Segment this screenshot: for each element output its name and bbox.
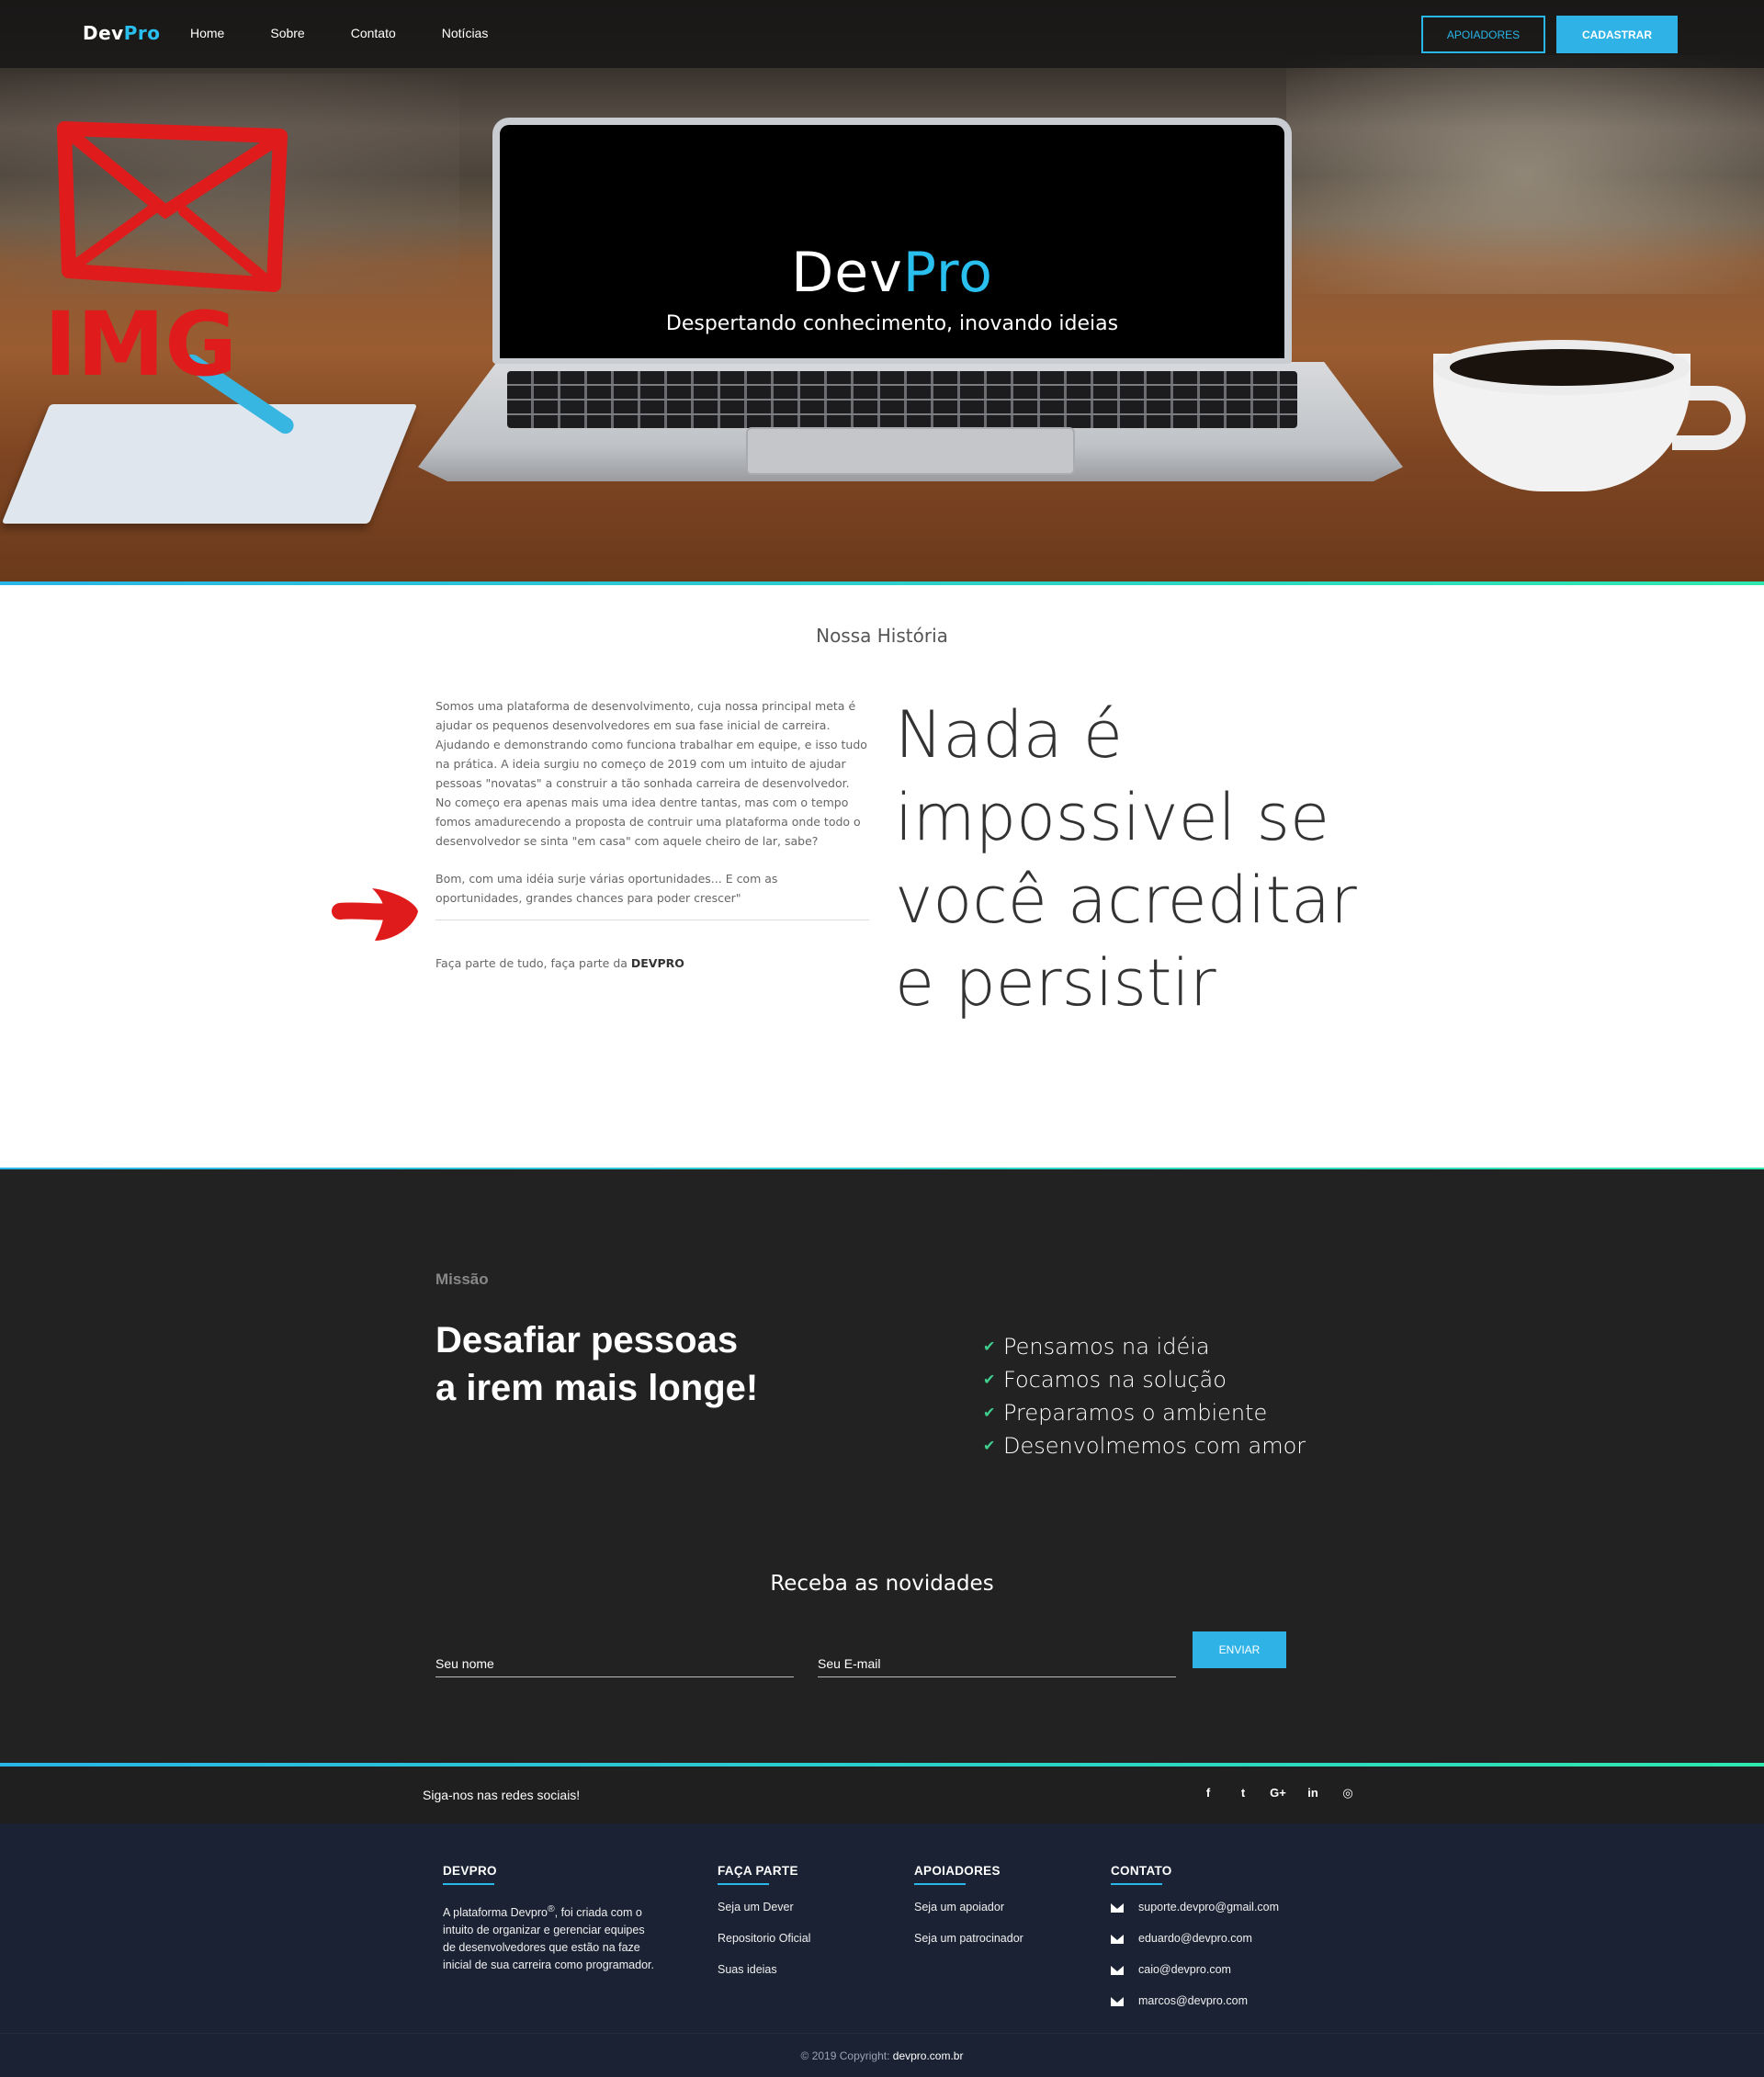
heading-underline bbox=[914, 1883, 966, 1885]
contact-email[interactable]: eduardo@devpro.com bbox=[1111, 1932, 1279, 1963]
history-cta: Faça parte de tudo, faça parte da DEVPRO bbox=[435, 956, 684, 970]
footer-link[interactable]: Repositorio Oficial bbox=[718, 1932, 810, 1963]
check-icon: ✔ bbox=[983, 1371, 996, 1388]
footer-col-contato: CONTATO suporte.devpro@gmail.com eduardo… bbox=[1111, 1864, 1279, 2026]
background-blur bbox=[1286, 55, 1764, 294]
heading-underline bbox=[718, 1883, 769, 1885]
nav-links: Home Sobre Contato Notícias bbox=[190, 26, 534, 40]
mail-icon bbox=[1111, 1966, 1124, 1975]
top-navbar: DevPro Home Sobre Contato Notícias APOIA… bbox=[0, 0, 1764, 68]
linkedin-icon[interactable]: in bbox=[1295, 1786, 1330, 1800]
contact-email[interactable]: marcos@devpro.com bbox=[1111, 1994, 1279, 2026]
svg-text:IMG: IMG bbox=[44, 293, 237, 396]
list-item: ✔ Focamos na solução bbox=[983, 1363, 1306, 1396]
nav-link-home[interactable]: Home bbox=[190, 26, 224, 40]
contact-email[interactable]: suporte.devpro@gmail.com bbox=[1111, 1901, 1279, 1932]
google-plus-icon[interactable]: G+ bbox=[1261, 1786, 1295, 1800]
mail-icon bbox=[1111, 1903, 1124, 1913]
footer-link[interactable]: Seja um Dever bbox=[718, 1901, 810, 1932]
footer-description: A plataforma Devpro®, foi criada com o i… bbox=[443, 1904, 654, 1972]
signup-button[interactable]: CADASTRAR bbox=[1556, 16, 1678, 53]
list-item: ✔ Desenvolmemos com amor bbox=[983, 1429, 1306, 1462]
footer-heading: APOIADORES bbox=[914, 1864, 1001, 1878]
supporters-button[interactable]: APOIADORES bbox=[1421, 16, 1545, 53]
logo[interactable]: DevPro bbox=[83, 22, 160, 44]
quote: Nada é impossivel se você acreditar e pe… bbox=[895, 697, 1357, 1021]
list-item: ✔ Pensamos na idéia bbox=[983, 1330, 1306, 1363]
list-item: ✔ Preparamos o ambiente bbox=[983, 1396, 1306, 1429]
check-icon: ✔ bbox=[983, 1338, 996, 1355]
newsletter-title: Receba as novidades bbox=[770, 1572, 994, 1596]
heading-underline bbox=[443, 1883, 494, 1885]
mission-title: Desafiar pessoas a irem mais longe! bbox=[435, 1320, 759, 1408]
email-field[interactable]: Seu E-mail bbox=[818, 1641, 1176, 1677]
history-paragraph: Bom, com uma idéia surje várias oportuni… bbox=[435, 872, 778, 905]
name-field[interactable]: Seu nome bbox=[435, 1641, 794, 1677]
footer-heading: DEVPRO bbox=[443, 1864, 497, 1878]
nav-link-contato[interactable]: Contato bbox=[351, 26, 396, 40]
mission-label: Missão bbox=[435, 1270, 489, 1288]
footer-col-apoiadores: APOIADORES Seja um apoiador Seja um patr… bbox=[914, 1864, 1023, 1963]
nav-link-noticias[interactable]: Notícias bbox=[442, 26, 489, 40]
footer-link[interactable]: Seja um apoiador bbox=[914, 1901, 1023, 1932]
laptop-keyboard bbox=[507, 371, 1297, 428]
footer-col-faca-parte: FAÇA PARTE Seja um Dever Repositorio Ofi… bbox=[718, 1864, 810, 1994]
mail-icon bbox=[1111, 1935, 1124, 1944]
social-text: Siga-nos nas redes sociais! bbox=[423, 1788, 581, 1802]
footer-link[interactable]: Seja um patrocinador bbox=[914, 1932, 1023, 1963]
send-button[interactable]: ENVIAR bbox=[1193, 1631, 1286, 1668]
gradient-divider bbox=[0, 581, 1764, 585]
footer-heading: CONTATO bbox=[1111, 1864, 1172, 1878]
hero-subtitle: Despertando conhecimento, inovando ideia… bbox=[665, 312, 1119, 335]
copyright-link[interactable]: devpro.com.br bbox=[893, 2049, 964, 2062]
mission-list: ✔ Pensamos na idéia ✔ Focamos na solução ✔… bbox=[983, 1330, 1306, 1462]
section-title: Nossa História bbox=[816, 625, 948, 647]
copyright: © 2019 Copyright: devpro.com.br bbox=[0, 2033, 1764, 2077]
footer-link[interactable]: Suas ideias bbox=[718, 1963, 810, 1994]
laptop-trackpad bbox=[746, 427, 1075, 475]
social-bar bbox=[0, 1767, 1764, 1823]
facebook-icon[interactable]: f bbox=[1191, 1786, 1226, 1800]
heading-underline bbox=[1111, 1883, 1162, 1885]
instagram-icon[interactable]: ◎ bbox=[1330, 1786, 1365, 1800]
nav-link-sobre[interactable]: Sobre bbox=[270, 26, 304, 40]
social-icons: f t G+ in ◎ bbox=[1191, 1786, 1365, 1800]
scribble-img-text: IMG bbox=[44, 293, 237, 396]
footer bbox=[0, 1823, 1764, 2033]
coffee bbox=[1450, 349, 1674, 386]
contact-email[interactable]: caio@devpro.com bbox=[1111, 1963, 1279, 1994]
mail-icon bbox=[1111, 1997, 1124, 2006]
twitter-icon[interactable]: t bbox=[1226, 1786, 1261, 1800]
hero-title: DevPro bbox=[791, 241, 993, 305]
check-icon: ✔ bbox=[983, 1404, 996, 1421]
scribble-envelope-icon bbox=[57, 121, 288, 292]
history-paragraph: Somos uma plataforma de desenvolvimento,… bbox=[435, 699, 867, 848]
scribble-arrow-icon bbox=[332, 888, 418, 941]
check-icon: ✔ bbox=[983, 1437, 996, 1454]
footer-heading: FAÇA PARTE bbox=[718, 1864, 798, 1878]
footer-col-devpro: DEVPRO A plataforma Devpro®, foi criada … bbox=[443, 1864, 654, 1974]
